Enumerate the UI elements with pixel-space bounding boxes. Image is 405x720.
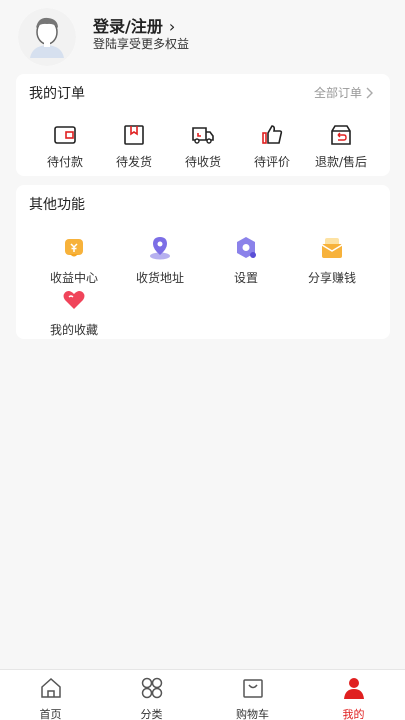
order-pending-shipment[interactable]: 待发货 [101,124,167,169]
chevron-right-icon: › [168,17,176,36]
all-orders-link[interactable]: 全部订单 [314,84,374,101]
user-icon [343,678,364,699]
return-box-icon [331,125,351,145]
tab-label: 购物车 [236,708,269,720]
settings-icon [237,237,256,258]
functions-title: 其他功能 [29,197,85,213]
func-label: 收益中心 [49,271,98,285]
tab-label: 我的 [342,708,365,720]
tab-cart[interactable]: 购物车 [202,670,303,720]
bottom-tab-bar: 首页 分类 购物车 我的 [0,669,405,720]
avatar[interactable] [18,8,76,66]
functions-card: 其他功能 收益中心 收货地址 设置 分享赚钱 我的收藏 [16,185,390,339]
location-icon [150,237,170,260]
func-my-favorites[interactable]: 我的收藏 [36,287,112,337]
tab-category[interactable]: 分类 [101,670,202,720]
all-orders-label: 全部订单 [313,86,362,100]
profile-header: 登录/注册 › 登陆享受更多权益 [0,0,405,70]
package-icon [124,125,144,145]
func-label: 分享赚钱 [307,271,356,285]
login-title: 登录/注册 [93,17,163,36]
heart-icon [63,291,85,309]
default-avatar-icon [18,8,76,66]
home-icon [40,677,61,698]
tab-mine[interactable]: 我的 [303,670,404,720]
func-settings[interactable]: 设置 [208,235,284,285]
tab-home[interactable]: 首页 [0,670,101,720]
chevron-right-icon [366,87,373,98]
order-label: 待收货 [184,155,221,169]
orders-title: 我的订单 [29,86,85,102]
func-label: 我的收藏 [49,323,98,337]
orders-card: 我的订单 全部订单 待付款 待发货 待收货 待评价 退款/售后 [16,74,390,176]
order-label: 待付款 [46,155,83,169]
func-label: 收货地址 [135,271,184,285]
login-link[interactable]: 登录/注册 › [93,13,175,37]
order-label: 退款/售后 [314,155,368,169]
order-refund-aftersale[interactable]: 退款/售后 [308,124,374,169]
func-share-earn[interactable]: 分享赚钱 [294,235,370,285]
cart-icon [242,679,263,698]
order-label: 待发货 [115,155,152,169]
order-pending-review[interactable]: 待评价 [239,124,305,169]
func-shipping-address[interactable]: 收货地址 [122,235,198,285]
tab-label: 分类 [140,708,163,720]
order-pending-payment[interactable]: 待付款 [32,124,98,169]
func-label: 设置 [233,271,258,285]
truck-icon [192,127,214,144]
order-label: 待评价 [253,155,290,169]
category-icon [141,677,162,699]
func-income-center[interactable]: 收益中心 [36,235,112,285]
order-pending-receipt[interactable]: 待收货 [170,124,236,169]
share-money-icon [321,238,343,258]
income-icon [65,239,83,257]
thumbs-up-icon [262,125,283,144]
wallet-icon [54,126,76,144]
tab-label: 首页 [39,708,62,720]
login-subtitle: 登陆享受更多权益 [93,37,190,51]
